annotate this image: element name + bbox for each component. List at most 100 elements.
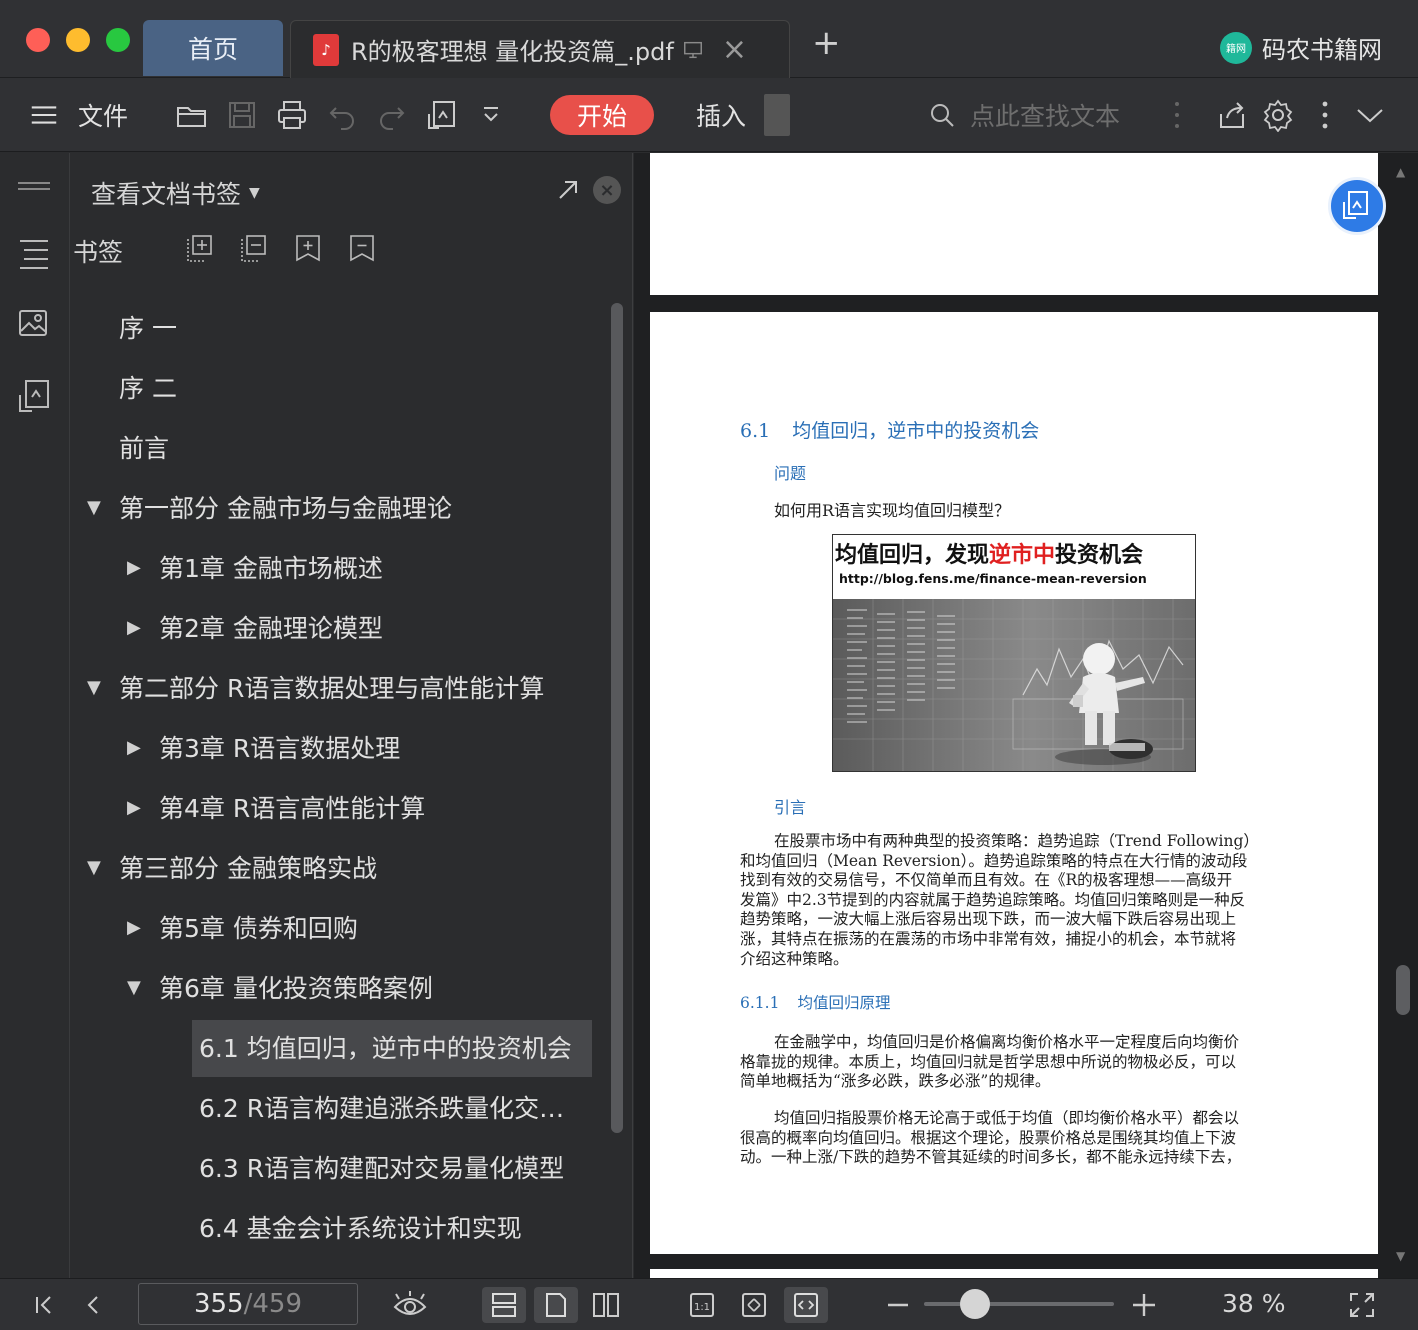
tab-start[interactable]: 开始 [550, 95, 654, 135]
collapse-all-icon[interactable] [239, 233, 269, 263]
expand-arrow-right-icon[interactable]: ▶ [127, 797, 147, 818]
bookmark-item[interactable]: ▼ 第6章 量化投资策略案例 [71, 957, 601, 1017]
text-line: 趋势策略，一波大幅上涨后容易出现下跌，而一波大幅下跌后容易出现上 [740, 910, 1237, 929]
next-page [650, 1269, 1378, 1278]
bookmark-item[interactable]: 6.2 R语言构建追涨杀跌量化交… [71, 1077, 601, 1137]
bookmark-label: 书签 [73, 238, 124, 267]
zoom-slider-track[interactable] [924, 1302, 1114, 1306]
export-image-icon[interactable] [424, 78, 460, 152]
bookmark-item[interactable]: 前言 [71, 417, 601, 477]
fit-width-icon[interactable] [784, 1287, 828, 1323]
more-tabs-handle[interactable] [764, 94, 790, 136]
zoom-out-icon[interactable] [880, 1287, 916, 1323]
document-scrollbar-thumb[interactable] [1396, 965, 1410, 1015]
search-field[interactable]: 点此查找文本 [928, 95, 1120, 135]
continuous-view-icon[interactable] [482, 1287, 526, 1323]
expand-arrow-down-icon[interactable]: ▼ [87, 857, 107, 878]
bookmark-item[interactable]: ▶ 第3章 R语言数据处理 [71, 717, 601, 777]
expand-all-icon[interactable] [185, 233, 215, 263]
page-separator: / [243, 1289, 253, 1319]
title-bar: 首页 ♪ R的极客理想 量化投资篇_.pdf × + 籍网 码农书籍网 [0, 0, 1418, 78]
panel-title: 查看文档书签 [91, 180, 242, 209]
tab-home[interactable]: 首页 [143, 20, 283, 76]
tab-document-title: R的极客理想 量化投资篇_.pdf [351, 38, 674, 66]
hamburger-menu-icon[interactable] [28, 78, 60, 152]
collapse-toolbar-chevron-icon[interactable] [1352, 78, 1388, 152]
bookmark-item[interactable]: ▼ 第一部分 金融市场与金融理论 [71, 477, 601, 537]
print-icon[interactable] [274, 78, 310, 152]
two-page-view-icon[interactable] [588, 1287, 624, 1323]
zoom-slider-knob[interactable] [960, 1289, 991, 1319]
bookmark-item-label: 第二部分 R语言数据处理与高性能计算 [119, 674, 545, 703]
bookmark-list-icon[interactable] [16, 233, 52, 269]
expand-arrow-down-icon[interactable]: ▼ [87, 497, 107, 518]
zoom-level[interactable]: 38 % [1222, 1289, 1286, 1318]
single-page-view-icon[interactable] [534, 1287, 578, 1323]
scroll-up-arrow-icon[interactable]: ▲ [1396, 165, 1405, 179]
settings-gear-icon[interactable] [1260, 78, 1296, 152]
close-window-button[interactable] [26, 28, 50, 52]
bookmark-item[interactable]: 6.4 基金会计系统设计和实现 [71, 1197, 601, 1257]
search-icon [931, 104, 954, 127]
close-tab-icon[interactable]: × [722, 34, 747, 65]
share-icon[interactable] [1214, 78, 1250, 152]
fit-page-icon[interactable] [736, 1287, 772, 1323]
redo-icon[interactable] [374, 78, 408, 152]
remove-bookmark-icon[interactable] [347, 233, 377, 263]
fullscreen-icon[interactable] [1344, 1287, 1380, 1323]
extract-pages-icon[interactable] [16, 377, 52, 413]
tab-insert[interactable]: 插入 [696, 95, 746, 135]
expand-arrow-right-icon[interactable]: ▶ [127, 617, 147, 638]
convert-image-icon [1343, 191, 1368, 219]
actual-size-icon[interactable]: 1:1 [684, 1287, 720, 1323]
tab-document[interactable]: ♪ R的极客理想 量化投资篇_.pdf × [290, 20, 790, 78]
undo-icon[interactable] [326, 78, 360, 152]
new-tab-icon[interactable]: + [812, 26, 841, 60]
save-icon[interactable] [224, 78, 260, 152]
open-folder-icon[interactable] [174, 78, 210, 152]
scroll-down-arrow-icon[interactable]: ▼ [1396, 1249, 1405, 1263]
floating-convert-button[interactable] [1328, 177, 1386, 235]
text-line: 简单地概括为“涨多必跌，跌多必涨”的规律。 [740, 1072, 1051, 1091]
search-placeholder: 点此查找文本 [970, 102, 1121, 131]
file-menu[interactable]: 文件 [78, 78, 128, 152]
eye-reading-mode-icon[interactable] [392, 1287, 428, 1323]
page-number-input[interactable]: 355/459 [138, 1283, 358, 1325]
text-line: 动。一种上涨/下跌的趋势不管其延续的时间多长，都不能永远持续下去， [740, 1148, 1242, 1167]
more-options-icon[interactable] [1316, 78, 1334, 152]
bookmark-item[interactable]: 6.3 R语言构建配对交易量化模型 [71, 1137, 601, 1197]
minimize-window-button[interactable] [66, 28, 90, 52]
zoom-window-button[interactable] [106, 28, 130, 52]
panel-title-dropdown[interactable]: 查看文档书签 ▼ [91, 175, 260, 211]
bookmark-item[interactable]: 序 二 [71, 357, 601, 417]
text-line: 在金融学中，均值回归是价格偏离均衡价格水平一定程度后向均衡价 [774, 1033, 1240, 1051]
bookmark-item[interactable]: ▶ 第1章 金融市场概述 [71, 537, 601, 597]
panel-scrollbar-thumb[interactable] [611, 303, 623, 1133]
bookmark-item[interactable]: ▶ 第5章 债券和回购 [71, 897, 601, 957]
document-view[interactable]: 6.1 均值回归，逆市中的投资机会 问题 如何用R语言实现均值回归模型？ 均值回归… [634, 153, 1418, 1278]
thumbnail-image-icon[interactable] [16, 305, 52, 341]
bookmark-item[interactable]: 序 一 [71, 297, 601, 357]
bookmark-item-selected[interactable]: 6.1 均值回归，逆市中的投资机会 [71, 1017, 601, 1077]
bookmark-item[interactable]: ▼ 第三部分 金融策略实战 [71, 837, 601, 897]
zoom-in-icon[interactable] [1126, 1287, 1162, 1323]
expand-arrow-right-icon[interactable]: ▶ [127, 917, 147, 938]
expand-arrow-right-icon[interactable]: ▶ [127, 557, 147, 578]
add-bookmark-icon[interactable] [293, 233, 323, 263]
first-page-icon[interactable] [26, 1287, 62, 1323]
collapse-panel-icon[interactable] [16, 173, 52, 209]
expand-arrow-right-icon[interactable]: ▶ [127, 737, 147, 758]
bookmark-item[interactable]: ▼ 第二部分 R语言数据处理与高性能计算 [71, 657, 601, 717]
pop-out-arrow-icon[interactable] [555, 177, 581, 203]
expand-arrow-down-icon[interactable]: ▼ [127, 977, 147, 998]
bookmark-item-label: 前言 [119, 434, 170, 463]
chevron-down-icon[interactable] [478, 78, 504, 152]
principle-paragraph-2: 均值回归指股票价格无论高于或低于均值（即均衡价格水平）都会以 很高的概率向均值回归… [740, 1109, 1288, 1168]
bookmark-item[interactable]: ▶ 第4章 R语言高性能计算 [71, 777, 601, 837]
figure-title: 均值回归，发现逆市中投资机会 [835, 543, 1144, 568]
text-line: 格靠拢的规律。本质上，均值回归就是哲学思想中所说的物极必反，可以 [740, 1052, 1237, 1071]
expand-arrow-down-icon[interactable]: ▼ [87, 677, 107, 698]
close-panel-icon[interactable]: × [593, 176, 621, 204]
previous-page-icon[interactable] [76, 1287, 112, 1323]
bookmark-item[interactable]: ▶ 第2章 金融理论模型 [71, 597, 601, 657]
